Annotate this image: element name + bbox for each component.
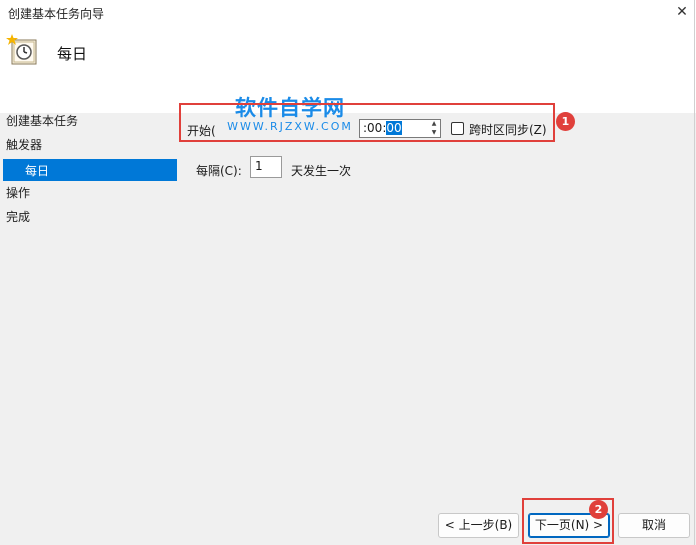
- callout-highlight-start-time: [179, 103, 555, 142]
- step-trigger[interactable]: 触发器: [6, 137, 42, 153]
- callout-badge-2: 2: [589, 500, 608, 519]
- step-action[interactable]: 操作: [6, 185, 30, 201]
- step-daily-label: 每日: [25, 164, 50, 178]
- step-daily-selected[interactable]: 每日: [3, 159, 177, 181]
- window-title: 创建基本任务向导: [8, 7, 105, 21]
- callout-badge-1: 1: [556, 112, 575, 131]
- page-title: 每日: [57, 45, 88, 63]
- cancel-button[interactable]: 取消: [618, 513, 690, 538]
- recur-every-input[interactable]: 1: [250, 156, 282, 178]
- step-create-basic-task[interactable]: 创建基本任务: [6, 113, 78, 129]
- step-finish[interactable]: 完成: [6, 209, 30, 225]
- scheduled-task-clock-icon: [6, 34, 38, 66]
- window-border: [694, 0, 695, 545]
- close-button[interactable]: ✕: [672, 2, 692, 22]
- recur-every-label: 每隔(C):: [196, 164, 242, 178]
- back-button[interactable]: < 上一步(B): [438, 513, 519, 538]
- recur-unit-label: 天发生一次: [291, 164, 352, 178]
